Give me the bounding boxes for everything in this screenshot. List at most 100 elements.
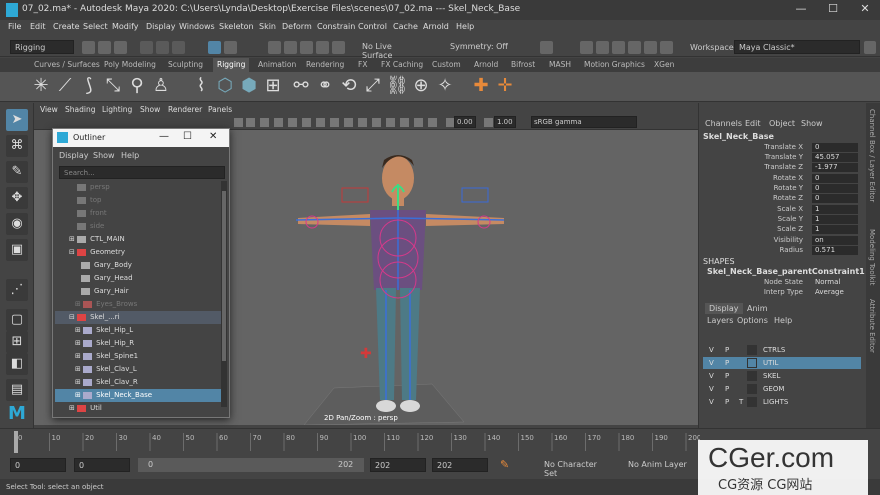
snap-view-icon[interactable]: [316, 41, 329, 54]
exposure-field[interactable]: 0.00: [454, 116, 476, 128]
new-scene-icon[interactable]: [82, 41, 95, 54]
xray-joints-icon[interactable]: [428, 118, 437, 127]
outliner-row-geometry[interactable]: ⊟ Geometry: [55, 246, 221, 259]
cb-row-translate-x[interactable]: Translate X0: [699, 143, 859, 153]
grid-toggle-icon[interactable]: [274, 118, 283, 127]
shelf-tab-fx-caching[interactable]: FX Caching: [381, 60, 423, 69]
toggle-panel-icon[interactable]: [660, 41, 673, 54]
shelf-tab-motion-graphics[interactable]: Motion Graphics: [584, 60, 645, 69]
layer-row-ctrls[interactable]: V P CTRLS: [703, 344, 861, 356]
select-component-icon[interactable]: [172, 41, 185, 54]
side-tab-attribute-editor[interactable]: Attribute Editor: [868, 299, 876, 353]
shelf-tab-xgen[interactable]: XGen: [654, 60, 674, 69]
cb-row-translate-z[interactable]: Translate Z -1.977: [699, 163, 859, 173]
vp-menu-panels[interactable]: Panels: [208, 105, 232, 114]
outliner-row-gary-head[interactable]: Gary_Head: [55, 272, 221, 285]
snap-curve-icon[interactable]: [284, 41, 297, 54]
textured-icon[interactable]: [344, 118, 353, 127]
outliner-minimize-button[interactable]: —: [159, 131, 169, 142]
parent-constraint-icon[interactable]: ⛓: [386, 75, 409, 97]
history-icon[interactable]: [540, 41, 553, 54]
maximize-button[interactable]: ☐: [822, 2, 844, 18]
cb-menu-edit[interactable]: Edit: [745, 119, 761, 128]
menu-arnold[interactable]: Arnold: [423, 22, 449, 31]
menuset-dropdown[interactable]: Rigging: [10, 40, 74, 54]
layer-tab-display[interactable]: Display: [705, 303, 743, 314]
cb-row-interp-type[interactable]: Interp Type Average: [699, 288, 859, 298]
render-settings-icon[interactable]: [612, 41, 625, 54]
outliner-row-front[interactable]: front: [55, 207, 221, 220]
open-scene-icon[interactable]: [98, 41, 111, 54]
pole-vector-icon[interactable]: ⊕: [410, 75, 432, 97]
cb-row-scale-z[interactable]: Scale Z1: [699, 225, 859, 235]
outliner-titlebar[interactable]: Outliner — ☐ ✕: [53, 129, 229, 147]
menu-create[interactable]: Create: [53, 22, 80, 31]
ipr-render-icon[interactable]: [596, 41, 609, 54]
menu-skeleton[interactable]: Skeleton: [219, 22, 254, 31]
mirror-joint-icon[interactable]: ⚲: [126, 75, 148, 97]
menu-deform[interactable]: Deform: [282, 22, 312, 31]
shelf-tab-rigging[interactable]: Rigging: [213, 58, 250, 72]
auto-key-icon[interactable]: ✎: [500, 458, 509, 471]
resolution-gate-icon[interactable]: [302, 118, 311, 127]
menu-modify[interactable]: Modify: [112, 22, 139, 31]
cb-row-rotate-x[interactable]: Rotate X0: [699, 174, 859, 184]
layer-menu-options[interactable]: Options: [737, 316, 768, 325]
menu-edit[interactable]: Edit: [30, 22, 46, 31]
rotate-tool-icon[interactable]: ◉: [6, 213, 28, 235]
cb-row-rotate-y[interactable]: Rotate Y0: [699, 184, 859, 194]
menu-windows[interactable]: Windows: [179, 22, 215, 31]
range-slider[interactable]: 0 202: [138, 458, 364, 472]
menu-select[interactable]: Select: [83, 22, 108, 31]
menu-control[interactable]: Control: [358, 22, 387, 31]
outliner-row-util[interactable]: ⊞ Util: [55, 402, 221, 415]
render-frame-icon[interactable]: [580, 41, 593, 54]
menu-constrain[interactable]: Constrain: [317, 22, 355, 31]
outliner-row-skel-hip-l[interactable]: ⊞ Skel_Hip_L: [55, 324, 221, 337]
character-set-dropdown[interactable]: No Character Set: [540, 458, 616, 478]
lasso-tool-icon[interactable]: ⌘: [6, 135, 28, 157]
layer-menu-layers[interactable]: Layers: [707, 316, 733, 325]
minimize-button[interactable]: —: [790, 2, 812, 18]
outliner-menu-display[interactable]: Display: [59, 151, 89, 160]
menu-display[interactable]: Display: [146, 22, 176, 31]
shelf-tab-rendering[interactable]: Rendering: [306, 60, 344, 69]
four-view-icon[interactable]: ⊞: [6, 331, 28, 353]
isolate-icon[interactable]: [400, 118, 409, 127]
vp-menu-view[interactable]: View: [40, 105, 58, 114]
shelf-tab-sculpting[interactable]: Sculpting: [168, 60, 203, 69]
vp-menu-shading[interactable]: Shading: [65, 105, 95, 114]
outliner-row-skel-spine1[interactable]: ⊞ Skel_Spine1: [55, 350, 221, 363]
playback-end-field[interactable]: 202: [370, 458, 426, 472]
vp-menu-lighting[interactable]: Lighting: [102, 105, 132, 114]
menu-skin[interactable]: Skin: [259, 22, 276, 31]
outliner-menu-help[interactable]: Help: [121, 151, 139, 160]
select-by-joint-icon[interactable]: [208, 41, 221, 54]
outliner-row-skel-clav-l[interactable]: ⊞ Skel_Clav_L: [55, 363, 221, 376]
outliner-row-ctl-main[interactable]: ⊞ CTL_MAIN: [55, 233, 221, 246]
shadows-icon[interactable]: [372, 118, 381, 127]
cb-menu-channels[interactable]: Channels: [705, 119, 742, 128]
gamma-field[interactable]: 1.00: [494, 116, 516, 128]
move-tool-icon[interactable]: ✥: [6, 187, 28, 209]
orient-constraint-icon[interactable]: ⟲: [338, 75, 360, 97]
gamma-icon[interactable]: [484, 118, 493, 127]
ik-spline-icon[interactable]: ⟆: [78, 75, 100, 97]
colorspace-dropdown[interactable]: sRGB gamma: [531, 116, 637, 128]
vp-menu-show[interactable]: Show: [140, 105, 160, 114]
outliner-row-skel-neck-base[interactable]: ⊞ Skel_Neck_Base: [55, 389, 221, 402]
create-joint-icon[interactable]: ✳: [30, 75, 52, 97]
locator-icon[interactable]: ✚: [470, 75, 492, 97]
bookmark-icon[interactable]: [246, 118, 255, 127]
layer-row-util[interactable]: V P UTIL: [703, 357, 861, 369]
outliner-close-button[interactable]: ✕: [209, 131, 217, 142]
live-surface-label[interactable]: No Live Surface: [358, 40, 428, 60]
shelf-tab-animation[interactable]: Animation: [258, 60, 296, 69]
shelf-tab-mash[interactable]: MASH: [549, 60, 571, 69]
cb-menu-show[interactable]: Show: [801, 119, 823, 128]
paint-weights-icon[interactable]: ⬡: [214, 75, 236, 97]
select-object-icon[interactable]: [156, 41, 169, 54]
layer-row-skel[interactable]: V P SKEL: [703, 370, 861, 382]
cb-row-node-state[interactable]: Node State Normal: [699, 278, 859, 288]
vp-menu-renderer[interactable]: Renderer: [168, 105, 202, 114]
